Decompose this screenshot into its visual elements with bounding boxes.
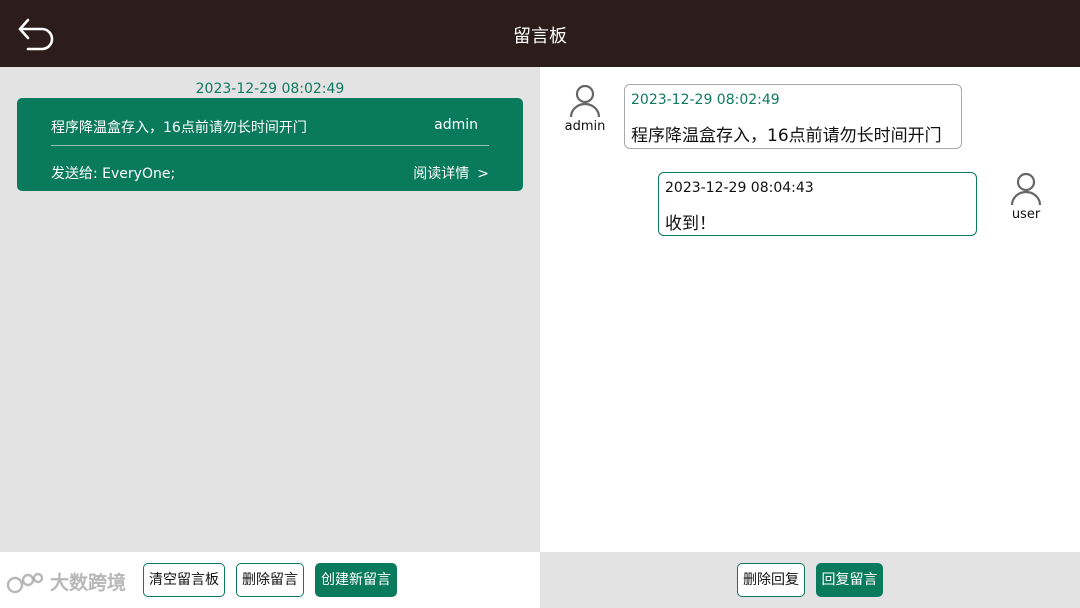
clear-board-button[interactable]: 清空留言板 bbox=[143, 563, 225, 597]
conversation-panel: admin 2023-12-29 08:02:49 程序降温盒存入，16点前请勿… bbox=[540, 67, 1080, 552]
delete-reply-button[interactable]: 删除回复 bbox=[737, 563, 805, 597]
bubble-time: 2023-12-29 08:02:49 bbox=[631, 92, 780, 108]
create-message-button[interactable]: 创建新留言 bbox=[315, 563, 397, 597]
delete-message-button[interactable]: 删除留言 bbox=[236, 563, 304, 597]
bubble-time: 2023-12-29 08:04:43 bbox=[665, 180, 814, 196]
user-icon bbox=[1010, 172, 1042, 206]
watermark-logo-icon bbox=[6, 572, 44, 593]
read-detail-label: 阅读详情 bbox=[413, 166, 470, 182]
watermark-text: 大数跨境 bbox=[50, 572, 127, 594]
reply-message-button[interactable]: 回复留言 bbox=[816, 563, 883, 597]
message-recipients: 发送给: EveryOne; bbox=[51, 166, 176, 182]
reply-bubble[interactable]: 2023-12-29 08:04:43 收到！ bbox=[658, 172, 977, 236]
user-icon bbox=[569, 84, 601, 118]
message-bubble[interactable]: 2023-12-29 08:02:49 程序降温盒存入，16点前请勿长时间开门 bbox=[624, 84, 962, 149]
bubble-text: 程序降温盒存入，16点前请勿长时间开门 bbox=[631, 126, 942, 146]
top-bar: 留言板 bbox=[0, 0, 1080, 67]
message-list-panel: 2023-12-29 08:02:49 程序降温盒存入，16点前请勿长时间开门 … bbox=[0, 67, 540, 552]
chevron-right-icon: > bbox=[477, 166, 489, 182]
bubble-text: 收到！ bbox=[665, 214, 716, 234]
avatar-name: admin bbox=[564, 119, 606, 134]
page-title: 留言板 bbox=[513, 26, 567, 47]
message-author: admin bbox=[434, 117, 478, 133]
watermark: 大数跨境 bbox=[6, 568, 126, 598]
read-detail-link[interactable]: 阅读详情 > bbox=[413, 163, 489, 183]
message-text: 程序降温盒存入，16点前请勿长时间开门 bbox=[51, 120, 307, 136]
card-divider bbox=[51, 145, 489, 146]
message-date: 2023-12-29 08:02:49 bbox=[195, 81, 345, 97]
avatar-name: user bbox=[1011, 207, 1041, 222]
avatar-admin: admin bbox=[555, 84, 615, 134]
message-card[interactable]: 程序降温盒存入，16点前请勿长时间开门 admin 发送给: EveryOne;… bbox=[17, 98, 523, 191]
right-action-bar: 删除回复 回复留言 bbox=[540, 552, 1080, 608]
avatar-user: user bbox=[996, 172, 1056, 222]
